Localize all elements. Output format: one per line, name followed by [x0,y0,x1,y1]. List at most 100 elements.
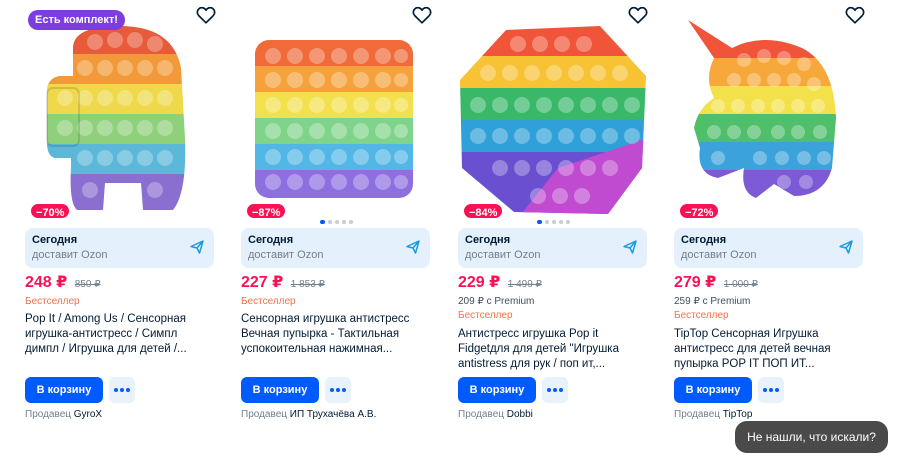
product-title[interactable]: TipTop Сенсорная Игрушка антистресс для … [674,327,864,372]
pagination-dot [349,220,353,224]
pagination-dot [552,220,556,224]
delivery-carrier: доставит Ozon [248,249,324,261]
price-row: 279 ₽ 1 000 ₽ [674,272,758,292]
more-options-button[interactable] [542,377,568,403]
heart-icon[interactable] [411,4,433,26]
more-options-button[interactable] [325,377,351,403]
product-grid: Есть комплект! −70% Сегодня доставит Ozo… [0,0,900,456]
product-photo [460,26,646,214]
product-title-line: успокоительная нажимная... [241,343,393,355]
product-image[interactable] [241,0,431,222]
product-title[interactable]: Pop It / Among Us / Сенсорная игрушка-ан… [25,312,215,357]
paper-plane-icon [406,240,420,254]
product-title-line: Антистресс игрушка Pop it [458,328,599,340]
product-title-line: antistress для рук / поп ит,... [458,358,606,370]
seller-prefix: Продавец [674,409,720,420]
heart-icon[interactable] [844,4,866,26]
product-title-line: Fidgetдля для детей "Игрушка [458,343,619,355]
more-options-button[interactable] [109,377,135,403]
dot-icon [547,388,551,392]
image-pagination[interactable] [537,220,570,224]
dot-icon [114,388,118,392]
current-price: 229 ₽ [458,274,501,291]
product-card[interactable]: −87% Сегодня доставит Ozon 227 ₽ 1 853 ₽… [241,0,441,456]
pagination-dot [335,220,339,224]
set-badge: Есть комплект! [28,10,125,30]
price-row: 229 ₽ 1 499 ₽ [458,272,542,292]
pagination-dot [537,220,542,224]
seller-name[interactable]: GyroX [74,409,102,420]
current-price: 279 ₽ [674,274,717,291]
bestseller-label: Бестселлер [25,296,80,307]
not-found-help-button[interactable]: Не нашли, что искали? [735,421,888,453]
dot-icon [559,388,563,392]
add-to-cart-button[interactable]: В корзину [674,377,752,403]
pagination-dot [559,220,563,224]
product-title-line: Pop It / Among Us / Сенсорная [25,313,186,325]
delivery-info: Сегодня доставит Ozon [25,228,214,268]
add-to-cart-button[interactable]: В корзину [241,377,319,403]
product-title-line: пупырка POP IT ПОП ИТ... [674,358,815,370]
product-photo [688,20,836,198]
product-title[interactable]: Антистресс игрушка Pop it Fidgetдля для … [458,327,648,372]
dot-icon [553,388,557,392]
product-card[interactable]: Есть комплект! −70% Сегодня доставит Ozo… [25,0,225,456]
pagination-dot [328,220,332,224]
more-options-button[interactable] [758,377,784,403]
paper-plane-icon [839,240,853,254]
product-card[interactable]: −72% Сегодня доставит Ozon 279 ₽ 1 000 ₽… [674,0,874,456]
bestseller-label: Бестселлер [458,310,513,321]
premium-price: 209 ₽ с Premium [458,296,535,307]
seller-prefix: Продавец [458,409,504,420]
delivery-day: Сегодня [465,234,511,246]
product-title-line: Вечная пупырка - Тактильная [241,328,400,340]
discount-badge: −87% [245,202,288,220]
old-price: 1 000 ₽ [723,279,758,290]
delivery-info: Сегодня доставит Ozon [241,228,430,268]
product-title-line: димпл / Игрушка для детей /... [25,343,187,355]
dot-icon [763,388,767,392]
bestseller-label: Бестселлер [241,296,296,307]
delivery-day: Сегодня [681,234,727,246]
seller-name[interactable]: TipTop [723,409,753,420]
product-title[interactable]: Сенсорная игрушка антистресс Вечная пупы… [241,312,431,357]
pagination-dot [566,220,570,224]
delivery-day: Сегодня [248,234,294,246]
product-image[interactable] [674,0,864,222]
seller-info: Продавец GyroX [25,409,102,420]
heart-icon[interactable] [627,4,649,26]
price-row: 248 ₽ 850 ₽ [25,272,101,292]
old-price: 1 853 ₽ [290,279,325,290]
pagination-dot [342,220,346,224]
seller-name[interactable]: ИП Трухачёва А.В. [290,409,377,420]
product-card[interactable]: −84% Сегодня доставит Ozon 229 ₽ 1 499 ₽… [458,0,658,456]
current-price: 248 ₽ [25,274,68,291]
delivery-carrier: доставит Ozon [465,249,541,261]
product-image[interactable] [25,0,215,222]
discount-badge: −70% [29,202,72,220]
delivery-info: Сегодня доставит Ozon [674,228,863,268]
paper-plane-icon [190,240,204,254]
image-pagination[interactable] [320,220,353,224]
seller-info: Продавец Dobbi [458,409,533,420]
paper-plane-icon [623,240,637,254]
seller-name[interactable]: Dobbi [507,409,533,420]
old-price: 1 499 ₽ [507,279,542,290]
discount-badge: −84% [462,202,505,220]
delivery-carrier: доставит Ozon [681,249,757,261]
price-row: 227 ₽ 1 853 ₽ [241,272,325,292]
product-image[interactable] [458,0,648,222]
dot-icon [769,388,773,392]
seller-info: Продавец ИП Трухачёва А.В. [241,409,376,420]
old-price: 850 ₽ [74,279,101,290]
add-to-cart-button[interactable]: В корзину [25,377,103,403]
bestseller-label: Бестселлер [674,310,729,321]
dot-icon [120,388,124,392]
heart-icon[interactable] [195,4,217,26]
product-title-line: TipTop Сенсорная Игрушка [674,328,819,340]
add-to-cart-button[interactable]: В корзину [458,377,536,403]
product-title-line: антистресс для детей вечная [674,343,831,355]
dot-icon [336,388,340,392]
dot-icon [330,388,334,392]
dot-icon [775,388,779,392]
